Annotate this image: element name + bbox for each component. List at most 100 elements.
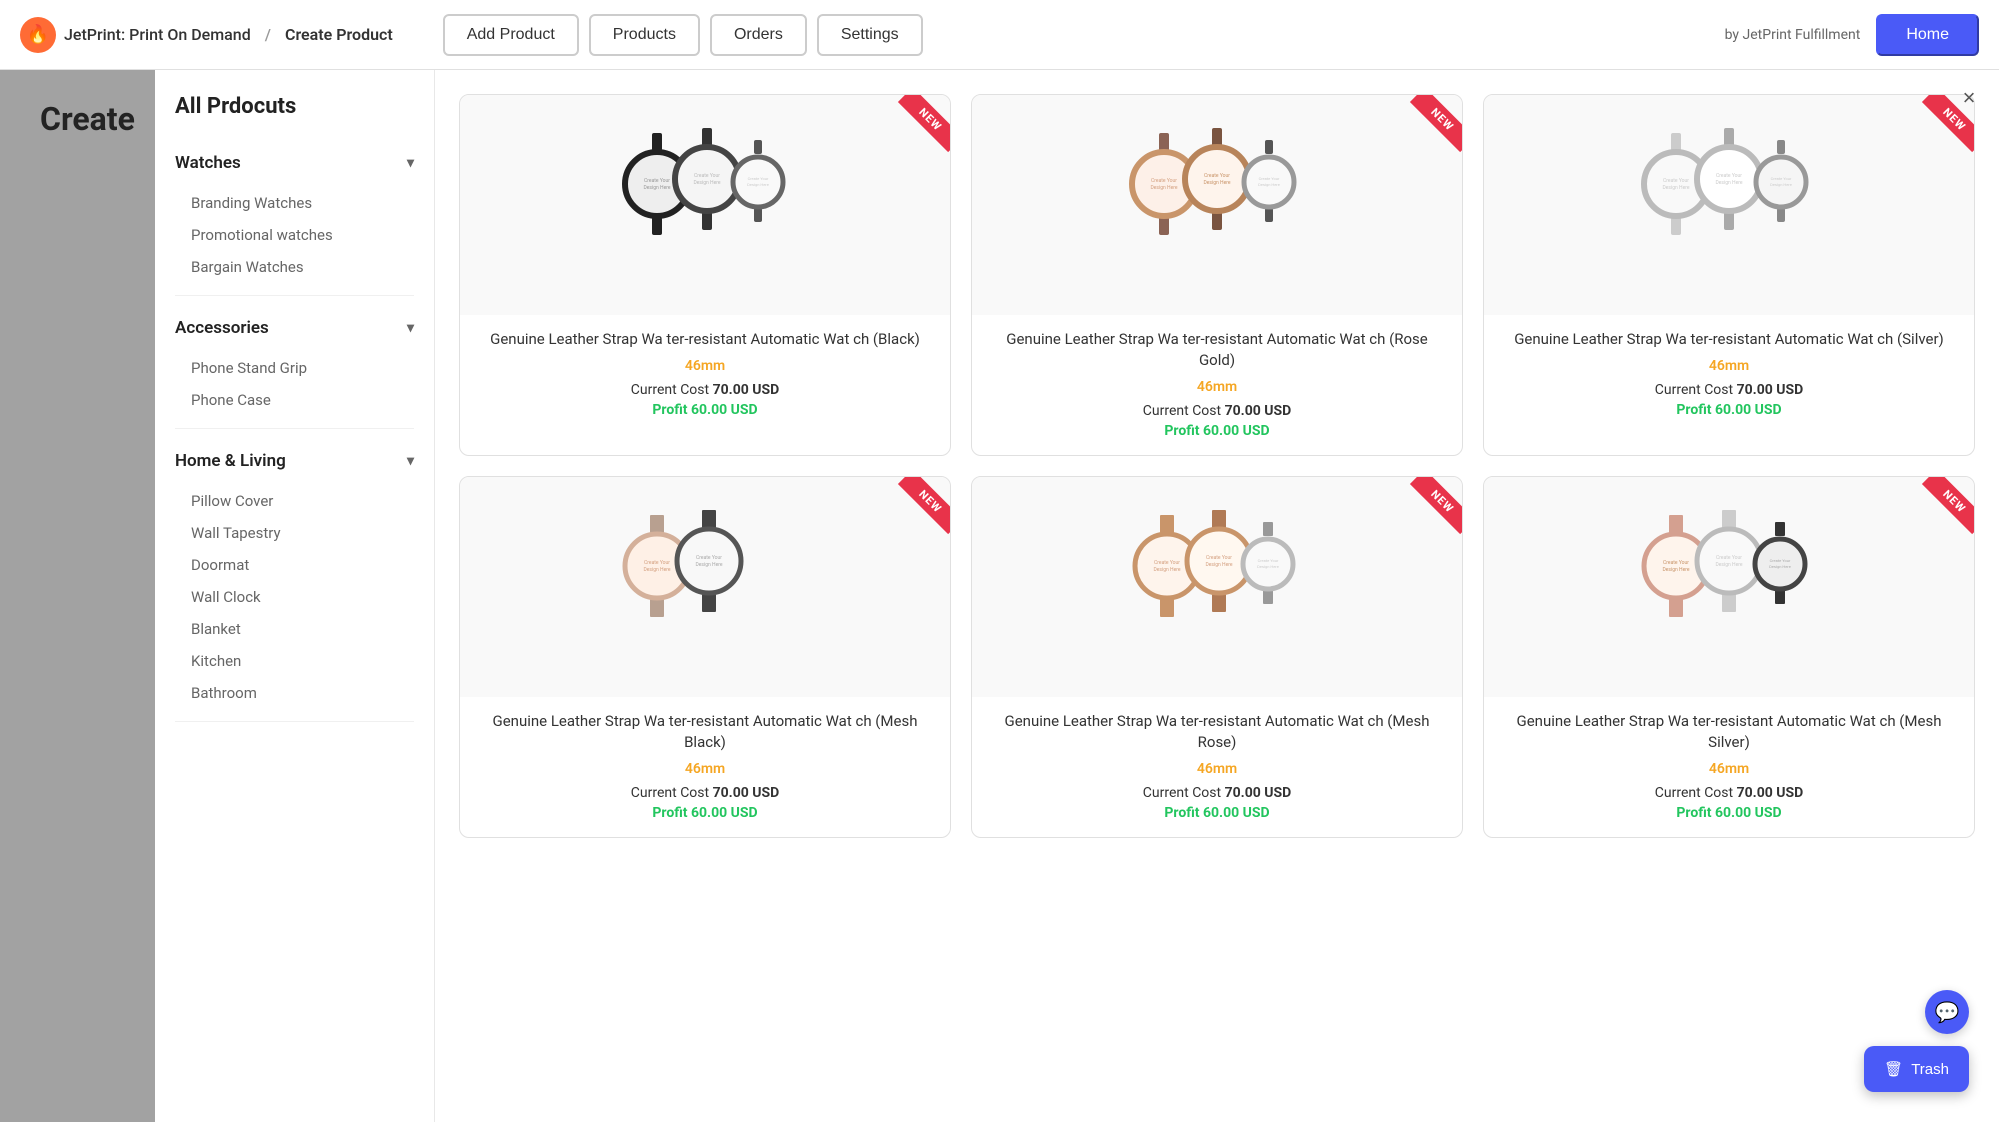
trash-button[interactable]: 🗑 Trash xyxy=(1864,1046,1969,1092)
product-name-1: Genuine Leather Strap Wa ter-resistant A… xyxy=(476,329,934,350)
product-info-2: Genuine Leather Strap Wa ter-resistant A… xyxy=(972,315,1462,439)
trash-icon: 🗑 xyxy=(1884,1060,1903,1078)
product-card-1[interactable]: Create Your Design Here Create Your Desi… xyxy=(459,94,951,456)
svg-text:Design Here: Design Here xyxy=(1153,567,1180,573)
svg-text:Create Your: Create Your xyxy=(748,176,769,181)
category-home-living-label: Home & Living xyxy=(175,451,286,471)
product-profit-4: Profit 60.00 USD xyxy=(476,805,934,821)
svg-text:Create Your: Create Your xyxy=(694,173,720,179)
sidebar-item-blanket[interactable]: Blanket xyxy=(175,613,414,645)
product-image-1: Create Your Design Here Create Your Desi… xyxy=(460,95,950,315)
product-cost-3: Current Cost 70.00 USD xyxy=(1500,382,1958,398)
add-product-button[interactable]: Add Product xyxy=(443,14,579,56)
product-size-6: 46mm xyxy=(1500,761,1958,777)
product-card-6[interactable]: Create Your Design Here Create Your Desi… xyxy=(1483,476,1975,838)
product-image-3: Create Your Design Here Create Your Desi… xyxy=(1484,95,1974,315)
sidebar-title: All Prdocuts xyxy=(175,94,414,119)
sidebar-item-bathroom[interactable]: Bathroom xyxy=(175,677,414,709)
category-watches: Watches ▾ Branding Watches Promotional w… xyxy=(175,139,414,296)
product-image-4: Create Your Design Here Create Your Desi… xyxy=(460,477,950,697)
product-image-6: Create Your Design Here Create Your Desi… xyxy=(1484,477,1974,697)
svg-text:Design Here: Design Here xyxy=(643,185,670,191)
header-right: by JetPrint Fulfillment Home xyxy=(1725,14,1979,56)
watch-image-silver: Create Your Design Here Create Your Desi… xyxy=(1629,125,1829,285)
svg-text:Create Your: Create Your xyxy=(1151,178,1177,184)
svg-text:Design Here: Design Here xyxy=(1770,182,1792,187)
main-area: Create × All Prdocuts Watches ▾ Branding… xyxy=(0,70,1999,1122)
sidebar-item-branding-watches[interactable]: Branding Watches xyxy=(175,187,414,219)
sidebar-item-doormat[interactable]: Doormat xyxy=(175,549,414,581)
sidebar-item-pillow-cover[interactable]: Pillow Cover xyxy=(175,485,414,517)
sidebar-item-kitchen[interactable]: Kitchen xyxy=(175,645,414,677)
product-info-6: Genuine Leather Strap Wa ter-resistant A… xyxy=(1484,697,1974,821)
product-profit-2: Profit 60.00 USD xyxy=(988,423,1446,439)
watch-image-mesh-black: Create Your Design Here Create Your Desi… xyxy=(605,507,805,667)
category-watches-header[interactable]: Watches ▾ xyxy=(175,139,414,187)
new-badge-6 xyxy=(1906,477,1974,545)
sidebar-item-phone-case[interactable]: Phone Case xyxy=(175,384,414,416)
svg-text:Create Your: Create Your xyxy=(696,555,722,561)
product-cost-4: Current Cost 70.00 USD xyxy=(476,785,934,801)
product-name-6: Genuine Leather Strap Wa ter-resistant A… xyxy=(1500,711,1958,753)
svg-text:Create Your: Create Your xyxy=(1204,173,1230,179)
sidebar-item-bargain-watches[interactable]: Bargain Watches xyxy=(175,251,414,283)
svg-text:Create Your: Create Your xyxy=(1206,555,1232,561)
product-card-2[interactable]: Create Your Design Here Create Your Desi… xyxy=(971,94,1463,456)
category-home-living-items: Pillow Cover Wall Tapestry Doormat Wall … xyxy=(175,485,414,721)
breadcrumb-separator: / xyxy=(265,25,271,44)
svg-text:Create Your: Create Your xyxy=(1771,176,1792,181)
svg-text:Design Here: Design Here xyxy=(1150,185,1177,191)
product-cost-1: Current Cost 70.00 USD xyxy=(476,382,934,398)
category-watches-label: Watches xyxy=(175,153,241,173)
product-name-2: Genuine Leather Strap Wa ter-resistant A… xyxy=(988,329,1446,371)
product-cost-6: Current Cost 70.00 USD xyxy=(1500,785,1958,801)
category-home-living-header[interactable]: Home & Living ▾ xyxy=(175,437,414,485)
sidebar-item-wall-clock[interactable]: Wall Clock xyxy=(175,581,414,613)
sidebar-item-promotional-watches[interactable]: Promotional watches xyxy=(175,219,414,251)
svg-text:Design Here: Design Here xyxy=(1662,567,1689,573)
product-card-3[interactable]: Create Your Design Here Create Your Desi… xyxy=(1483,94,1975,456)
product-cost-2: Current Cost 70.00 USD xyxy=(988,403,1446,419)
product-profit-5: Profit 60.00 USD xyxy=(988,805,1446,821)
svg-text:Create Your: Create Your xyxy=(1770,558,1791,563)
product-info-3: Genuine Leather Strap Wa ter-resistant A… xyxy=(1484,315,1974,418)
logo-icon: 🔥 xyxy=(20,17,56,53)
svg-text:Design Here: Design Here xyxy=(695,562,722,568)
svg-text:Create Your: Create Your xyxy=(1259,176,1280,181)
trash-label: Trash xyxy=(1911,1061,1949,1078)
home-button[interactable]: Home xyxy=(1876,14,1979,56)
svg-text:Design Here: Design Here xyxy=(747,182,769,187)
app-name: JetPrint: Print On Demand xyxy=(64,25,251,44)
svg-text:Create Your: Create Your xyxy=(1716,555,1742,561)
watch-image-black: Create Your Design Here Create Your Desi… xyxy=(605,125,805,285)
product-card-5[interactable]: Create Your Design Here Create Your Desi… xyxy=(971,476,1463,838)
category-accessories-header[interactable]: Accessories ▾ xyxy=(175,304,414,352)
svg-text:Design Here: Design Here xyxy=(1769,564,1791,569)
sidebar-item-wall-tapestry[interactable]: Wall Tapestry xyxy=(175,517,414,549)
svg-text:Design Here: Design Here xyxy=(643,567,670,573)
product-info-4: Genuine Leather Strap Wa ter-resistant A… xyxy=(460,697,950,821)
category-accessories: Accessories ▾ Phone Stand Grip Phone Cas… xyxy=(175,304,414,429)
new-badge-1 xyxy=(882,95,950,163)
settings-button[interactable]: Settings xyxy=(817,14,923,56)
orders-button[interactable]: Orders xyxy=(710,14,807,56)
watch-image-mesh-rose: Create Your Design Here Create Your Desi… xyxy=(1117,507,1317,667)
category-sidebar: All Prdocuts Watches ▾ Branding Watches … xyxy=(155,70,435,1122)
product-selector-modal: × All Prdocuts Watches ▾ Branding Watche… xyxy=(155,70,1999,1122)
modal-close-button[interactable]: × xyxy=(1955,84,1983,112)
product-profit-3: Profit 60.00 USD xyxy=(1500,402,1958,418)
chat-bubble[interactable]: 💬 xyxy=(1925,990,1969,1034)
app-logo: 🔥 JetPrint: Print On Demand / Create Pro… xyxy=(20,17,393,53)
product-card-4[interactable]: Create Your Design Here Create Your Desi… xyxy=(459,476,951,838)
svg-text:Create Your: Create Your xyxy=(1154,560,1180,566)
svg-text:Design Here: Design Here xyxy=(693,180,720,186)
svg-text:Design Here: Design Here xyxy=(1715,562,1742,568)
products-button[interactable]: Products xyxy=(589,14,700,56)
sidebar-item-phone-stand-grip[interactable]: Phone Stand Grip xyxy=(175,352,414,384)
product-image-5: Create Your Design Here Create Your Desi… xyxy=(972,477,1462,697)
product-cost-5: Current Cost 70.00 USD xyxy=(988,785,1446,801)
category-accessories-items: Phone Stand Grip Phone Case xyxy=(175,352,414,428)
breadcrumb-page: Create Product xyxy=(285,25,393,44)
svg-text:Create Your: Create Your xyxy=(1663,178,1689,184)
watch-image-mesh-silver: Create Your Design Here Create Your Desi… xyxy=(1629,507,1829,667)
